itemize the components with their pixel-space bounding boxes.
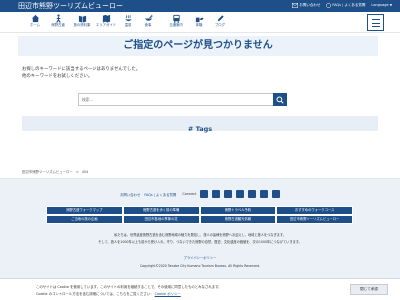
breadcrumb-home[interactable]: 田辺市熊野ツーリズムビューロー [22,170,73,174]
bus-icon [172,14,180,23]
site-title[interactable]: 田辺市熊野ツーリズムビューロー [18,1,123,11]
footer-links: お問い合わせ FAQs | よくある質問 Connect [120,190,281,198]
cookie-text: このサイトは Cookie を使用しています。このサイトの利用を継続することで、… [36,285,222,289]
footer-contact-link[interactable]: お問い合わせ [120,192,140,197]
search-icon [276,95,284,104]
page-title: ご指定のページが見つかりません [123,40,273,51]
top-links: お問い合わせ FAQs | よくある質問 Language ▼ [292,2,392,9]
email-icon[interactable] [272,190,281,198]
footer-link-grid: 熊野古道ウォークマップ 熊野古道を歩く前の準備 熊野トラベル予約 おすすめのウォ… [46,206,353,224]
connect-label: Connect [182,192,197,196]
footer: お問い合わせ FAQs | よくある質問 Connect 熊野古道ウォークマップ… [0,178,400,278]
cookie-policy-link[interactable]: Cookie ポリシー [155,292,181,296]
facebook-icon[interactable] [200,190,209,198]
footer-grid-link[interactable]: 田辺市各地の季節の花 [122,215,200,224]
footer-grid-link[interactable]: 熊野古道ウォークマップ [46,206,123,215]
mail-icon [292,3,299,8]
tags-toggle[interactable]: # Tags [22,116,378,133]
hamburger-icon[interactable] [367,14,384,31]
language-select[interactable]: Language ▼ [371,2,392,9]
faq-link-label: FAQs | よくある質問 [332,3,366,7]
footer-faq-link[interactable]: FAQs | よくある質問 [144,192,176,197]
youtube-icon[interactable] [236,190,245,198]
walker-icon [55,14,61,23]
experience-icon [195,17,204,23]
privacy-policy-link[interactable]: プライバシーポリシー [0,255,400,260]
page-title-band: ご指定のページが見つかりません [18,36,378,56]
line-icon[interactable] [260,190,269,198]
breadcrumb-current: 404 [81,170,89,174]
page-root: 田辺市熊野ツーリズムビューロー お問い合わせ FAQs | よくある質問 Lan… [0,0,400,300]
blog-icon [217,15,224,22]
cookie-banner: このサイトは Cookie を使用しています。このサイトの利用を継続することで、… [0,278,400,300]
cookie-text: Cookie のコントロール方法を含む詳細については、こちらをご覧ください： C… [36,291,181,296]
footer-grid-link[interactable]: ご当地の旅の企画 [46,215,123,224]
menu-line [372,22,380,24]
tiktok-icon[interactable] [248,190,257,198]
footer-grid-link[interactable]: おすすめのウォークコース [276,206,353,215]
footer-description: そして、旅人を1000年以上も前から受け入れ、守り、つないできた熊野の自然、歴史… [98,240,302,244]
footer-grid-link[interactable]: 熊野トラベル予約 [199,206,277,215]
try-other-keyword-message: 他のキーワードをお試しください。 [22,74,93,79]
copyright: Copyright©2020 Tanabe City Kumano Touris… [139,264,261,268]
top-bar: 田辺市熊野ツーリズムビューロー お問い合わせ FAQs | よくある質問 Lan… [0,0,400,12]
nav-item-travel-docs[interactable]: 旅の資料集 [69,14,95,28]
nav-label-travel-docs: 旅の資料集 [73,23,91,27]
menu-line [372,26,380,27]
nav-label-blog: ブログ [214,23,226,27]
nav-item-food[interactable]: 食事 [135,14,161,28]
not-found-message: お探しのキーワードに該当するページはありませんでした。 [22,67,141,72]
contact-link[interactable]: お問い合わせ [292,2,320,9]
book-icon [78,15,86,23]
faq-link[interactable]: FAQs | よくある質問 [326,2,365,9]
search-input[interactable] [78,93,274,106]
breadcrumb: 田辺市熊野ツーリズムビューロー > 404 [22,169,88,174]
twitter-icon[interactable] [212,190,221,198]
question-icon [326,3,332,8]
cookie-accept-button[interactable]: 閉じて承認 [350,284,388,295]
nav-item-kumano-kodo[interactable]: 熊野古道 [45,14,71,28]
nav-label-food: 食事 [144,23,152,27]
contact-link-label: お問い合わせ [299,3,321,7]
footer-grid-link[interactable]: 熊野古道を歩く前の準備 [122,206,200,215]
chevron-down-icon: ▼ [389,3,392,7]
instagram-icon[interactable] [224,190,233,198]
search-button[interactable] [273,93,287,106]
footer-grid-link[interactable]: 田辺市熊野ツーリズムビューロー [276,215,353,224]
nav-item-blog[interactable]: ブログ [207,14,233,28]
food-icon [144,14,153,21]
footer-grid-link[interactable]: 熊野古道観光情報 [199,215,277,224]
tags-label: # Tags [187,125,213,133]
map-icon [102,14,110,23]
footer-description: 私たちは、世界遺産熊野古道を含む熊野地域の魅力を発信し、旅人の皆様を熊野へお迎え… [114,233,286,237]
onsen-icon [124,15,132,22]
home-icon [31,14,39,23]
language-label: Language [371,3,389,7]
menu-line [372,19,380,20]
main-nav: ホーム 熊野古道 旅の資料集 エリアガイド 温泉 食事 交通案内 体験 ブログ [0,12,400,33]
cookie-text-detail: Cookie のコントロール方法を含む詳細については、こちらをご覧ください： [36,292,154,296]
breadcrumb-separator: > [75,170,79,174]
nav-label-kumano-kodo: 熊野古道 [51,23,65,27]
